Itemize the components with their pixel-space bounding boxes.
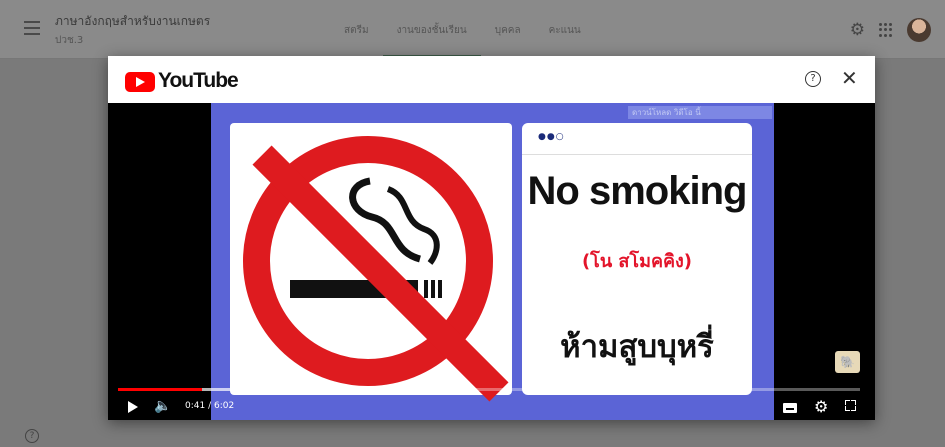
english-word: No smoking	[527, 169, 748, 213]
time-display: 0:41 / 6:02	[185, 401, 235, 411]
help-icon[interactable]: ?	[25, 429, 39, 443]
played-bar	[118, 388, 202, 391]
video-player[interactable]: ดาวน์โหลด วิดีโอ นี้ ●●○ No smoking (โน …	[108, 103, 875, 420]
question-circle-icon[interactable]: ?	[805, 71, 821, 87]
vocabulary-card: ●●○ No smoking (โน สโมคคิง) ห้ามสูบบุหรี…	[522, 123, 752, 395]
slide-indicator: ●●○	[538, 132, 565, 142]
apps-grid-icon[interactable]	[879, 23, 893, 37]
settings-icon[interactable]: ⚙	[814, 397, 828, 416]
tab-people[interactable]: บุคคล	[481, 0, 535, 58]
volume-icon[interactable]: 🔈	[154, 398, 171, 414]
classroom-header: ภาษาอังกฤษสำหรับงานเกษตร ปวช.3 สตรีม งาน…	[0, 0, 945, 59]
play-icon[interactable]	[128, 401, 138, 413]
avatar[interactable]	[907, 18, 931, 42]
gear-icon[interactable]: ⚙	[850, 20, 865, 40]
header-actions: ⚙	[850, 18, 931, 42]
progress-bar[interactable]	[118, 388, 860, 391]
class-section: ปวช.3	[55, 35, 84, 46]
fullscreen-icon[interactable]	[845, 400, 856, 411]
no-smoking-sign	[230, 123, 512, 402]
thai-translation: ห้ามสูบบุหรี่	[560, 329, 714, 365]
subtitles-icon[interactable]	[783, 403, 797, 413]
youtube-logo-icon	[125, 72, 155, 92]
tab-grades[interactable]: คะแนน	[535, 0, 595, 58]
download-banner[interactable]: ดาวน์โหลด วิดีโอ นี้	[628, 106, 772, 119]
classroom-tabs: สตรีม งานของชั้นเรียน บุคคล คะแนน	[330, 0, 595, 58]
pronunciation-text: (โน สโมคคิง)	[581, 251, 693, 272]
hamburger-menu-icon[interactable]	[24, 21, 40, 39]
player-controls: 🔈 0:41 / 6:02 ⚙	[108, 395, 875, 420]
tab-stream[interactable]: สตรีม	[330, 0, 383, 58]
youtube-wordmark: YouTube	[158, 69, 239, 92]
youtube-modal: YouTube ? ✕ ดาวน์โหลด วิดีโอ นี้ ●●○ No …	[108, 56, 875, 420]
tab-classwork[interactable]: งานของชั้นเรียน	[382, 0, 481, 58]
close-icon[interactable]: ✕	[841, 66, 858, 90]
card-divider	[522, 154, 752, 155]
modal-header: YouTube ? ✕	[108, 56, 875, 103]
class-title[interactable]: ภาษาอังกฤษสำหรับงานเกษตร	[55, 12, 210, 31]
channel-logo-icon[interactable]: 🐘	[835, 351, 860, 373]
